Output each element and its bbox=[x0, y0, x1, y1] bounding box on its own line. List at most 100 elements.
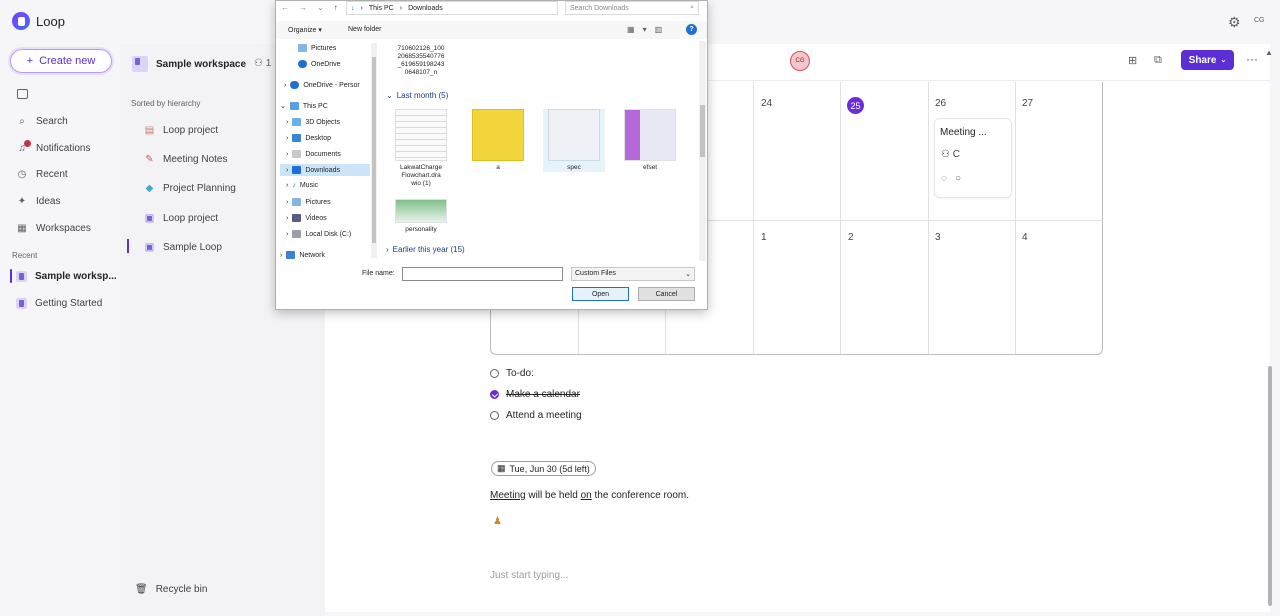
tree-item-pictures[interactable]: Pictures bbox=[298, 44, 336, 52]
file-type-select[interactable]: Custom Files ⌄ bbox=[571, 267, 695, 281]
breadcrumb-this-pc[interactable]: This PC bbox=[369, 5, 394, 12]
page-item[interactable]: ✎ Meeting Notes bbox=[144, 151, 227, 167]
tree-item-music[interactable]: › ♪ Music bbox=[286, 182, 318, 189]
task-item[interactable]: Attend a meeting bbox=[490, 408, 582, 422]
forward-arrow-icon[interactable]: → bbox=[299, 3, 307, 12]
day-number[interactable]: 4 bbox=[1022, 232, 1028, 243]
day-number[interactable]: 26 bbox=[935, 98, 946, 109]
tree-item-pictures[interactable]: › Pictures bbox=[286, 198, 331, 206]
app-name: Loop bbox=[36, 13, 65, 29]
back-arrow-icon[interactable]: ← bbox=[281, 3, 289, 12]
meeting-paragraph[interactable]: Meeting will be held on the conference r… bbox=[490, 490, 689, 501]
recycle-label: Recycle bin bbox=[155, 584, 208, 595]
tree-item-desktop[interactable]: › Desktop bbox=[286, 134, 331, 142]
up-arrow-icon[interactable]: ↑ bbox=[334, 3, 338, 12]
search-downloads-input[interactable]: Search Downloads ⌕ bbox=[565, 1, 699, 15]
tree-item-onedrive-personal[interactable]: › OneDrive - Persor bbox=[284, 81, 360, 89]
recent-item-sample-workspace[interactable]: Sample worksp... bbox=[16, 268, 117, 284]
group-earlier-this-year[interactable]: › Earlier this year (15) bbox=[386, 245, 465, 254]
tree-item-videos[interactable]: › Videos bbox=[286, 214, 327, 222]
page-item-active[interactable]: ▣ Sample Loop bbox=[144, 239, 222, 255]
date-chip[interactable]: ▦ Tue, Jun 30 (5d left) bbox=[491, 461, 596, 476]
file-name-label: File name: bbox=[362, 270, 395, 277]
file-item[interactable]: LakwatCharge Flowchart.dra wio (1) bbox=[390, 109, 452, 188]
tree-item-downloads[interactable]: › Downloads bbox=[286, 166, 340, 174]
image-thumbnail bbox=[395, 199, 447, 223]
chevron-right-icon: › bbox=[286, 198, 289, 206]
nav-item-label: Ideas bbox=[36, 195, 61, 207]
task-item[interactable]: To-do: bbox=[490, 366, 534, 380]
tree-label: Network bbox=[299, 251, 326, 259]
scrollbar[interactable] bbox=[1268, 366, 1272, 606]
checkbox-icon[interactable] bbox=[490, 410, 499, 420]
calendar-event-card[interactable]: Meeting ... ⚇ C ◌ ○ bbox=[934, 118, 1012, 198]
file-list: 710602126_100 2068535540776 _61965919824… bbox=[382, 41, 700, 261]
file-item[interactable]: a bbox=[467, 109, 529, 172]
day-number[interactable]: 27 bbox=[1022, 98, 1033, 109]
settings-gear-icon[interactable]: ⚙ bbox=[1228, 14, 1241, 31]
components-icon[interactable]: ⊞ bbox=[1128, 54, 1137, 67]
checkbox-icon[interactable] bbox=[490, 368, 499, 378]
cancel-button[interactable]: Cancel bbox=[638, 287, 695, 301]
tree-item-documents[interactable]: › Documents bbox=[286, 150, 341, 158]
page-item[interactable]: ◆ Project Planning bbox=[144, 180, 236, 196]
create-new-button[interactable]: + Create new bbox=[10, 49, 112, 73]
organize-button[interactable]: Organize ▾ bbox=[288, 26, 322, 34]
nav-item-search[interactable]: ⌕ Search bbox=[16, 113, 68, 129]
tree-item-this-pc[interactable]: ⌄ This PC bbox=[280, 102, 328, 110]
nav-item-workspaces[interactable]: ▦ Workspaces bbox=[16, 220, 91, 236]
nav-item-ideas[interactable]: ✦ Ideas bbox=[16, 193, 61, 209]
loop-page-icon: ▣ bbox=[144, 241, 155, 253]
editor-placeholder[interactable]: Just start typing... bbox=[490, 570, 568, 581]
today-marker[interactable]: 25 bbox=[847, 97, 864, 114]
day-number[interactable]: 2 bbox=[848, 232, 854, 243]
sidebar-toggle-icon[interactable] bbox=[17, 89, 28, 99]
chevron-right-icon: › bbox=[286, 150, 289, 158]
day-number[interactable]: 1 bbox=[761, 232, 767, 243]
recycle-bin[interactable]: 🗑 Recycle bin bbox=[135, 584, 207, 595]
chevron-down-icon[interactable]: ▾ bbox=[643, 25, 647, 34]
task-item-done[interactable]: Make a calendar bbox=[490, 387, 580, 401]
share-button[interactable]: Share ⌄ bbox=[1181, 50, 1234, 70]
recent-item-getting-started[interactable]: Getting Started bbox=[16, 295, 102, 311]
preview-pane-icon[interactable]: ▥ bbox=[655, 25, 663, 34]
workspace-header[interactable]: Sample workspace bbox=[132, 56, 246, 72]
circle-icon[interactable]: ○ bbox=[955, 173, 961, 184]
on-word: on bbox=[580, 490, 592, 501]
address-bar[interactable]: ↓ › This PC › Downloads bbox=[346, 1, 558, 15]
view-mode-icon[interactable]: ▦ bbox=[627, 25, 635, 34]
user-avatar[interactable]: CG bbox=[1254, 17, 1265, 24]
day-number[interactable]: 24 bbox=[761, 98, 772, 109]
page-item[interactable]: ▤ Loop project bbox=[144, 122, 218, 138]
breadcrumb-downloads[interactable]: Downloads bbox=[408, 5, 443, 12]
file-item[interactable]: efset bbox=[619, 109, 681, 172]
tree-scroll-thumb[interactable] bbox=[372, 57, 376, 243]
file-item[interactable]: 710602126_100 2068535540776 _61965919824… bbox=[390, 45, 452, 77]
file-name-input[interactable] bbox=[402, 267, 563, 281]
checked-checkbox-icon[interactable] bbox=[490, 389, 499, 399]
copy-icon[interactable]: ⧉ bbox=[1154, 54, 1162, 67]
tree-label: OneDrive - Persor bbox=[303, 81, 360, 89]
scroll-up-icon[interactable]: ▲ bbox=[1265, 48, 1273, 57]
workspace-members[interactable]: ⚇ 1 bbox=[254, 58, 271, 69]
help-icon[interactable]: ? bbox=[686, 24, 697, 35]
new-folder-button[interactable]: New folder bbox=[348, 26, 381, 33]
chevron-down-icon[interactable]: ⌄ bbox=[317, 3, 324, 12]
tree-item-network[interactable]: › Network bbox=[280, 251, 325, 259]
nav-item-recent[interactable]: ◷ Recent bbox=[16, 166, 68, 182]
file-item[interactable]: personality bbox=[390, 199, 452, 234]
tree-item-onedrive[interactable]: OneDrive bbox=[298, 60, 341, 68]
tree-item-3d-objects[interactable]: › 3D Objects bbox=[286, 118, 340, 126]
app-brand[interactable]: Loop bbox=[12, 12, 65, 30]
more-options-button[interactable]: ··· bbox=[1246, 52, 1258, 66]
tree-item-local-disk[interactable]: › Local Disk (C:) bbox=[286, 230, 351, 238]
page-item[interactable]: ▣ Loop project bbox=[144, 210, 218, 226]
open-button[interactable]: Open bbox=[572, 287, 629, 301]
file-list-scroll-thumb[interactable] bbox=[700, 105, 705, 157]
clock-icon: ◷ bbox=[17, 168, 27, 180]
day-number[interactable]: 3 bbox=[935, 232, 941, 243]
collaborator-avatar[interactable]: CG bbox=[790, 51, 810, 71]
file-item-hovered[interactable]: spec bbox=[543, 109, 605, 172]
nav-item-label: Recent bbox=[36, 168, 68, 180]
group-last-month[interactable]: ⌄ Last month (5) bbox=[386, 91, 448, 100]
